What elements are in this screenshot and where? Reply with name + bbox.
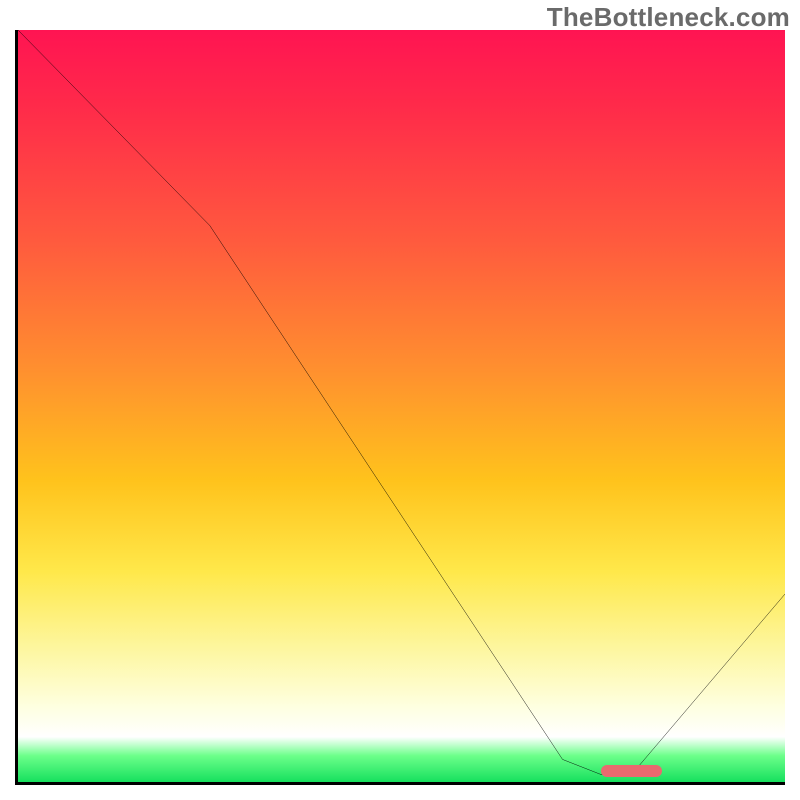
watermark-text: TheBottleneck.com: [547, 2, 790, 33]
plot-area: [15, 30, 785, 785]
curve-path: [18, 30, 785, 774]
optimal-marker: [601, 765, 662, 777]
bottleneck-curve: [18, 30, 785, 782]
chart-frame: TheBottleneck.com: [0, 0, 800, 800]
